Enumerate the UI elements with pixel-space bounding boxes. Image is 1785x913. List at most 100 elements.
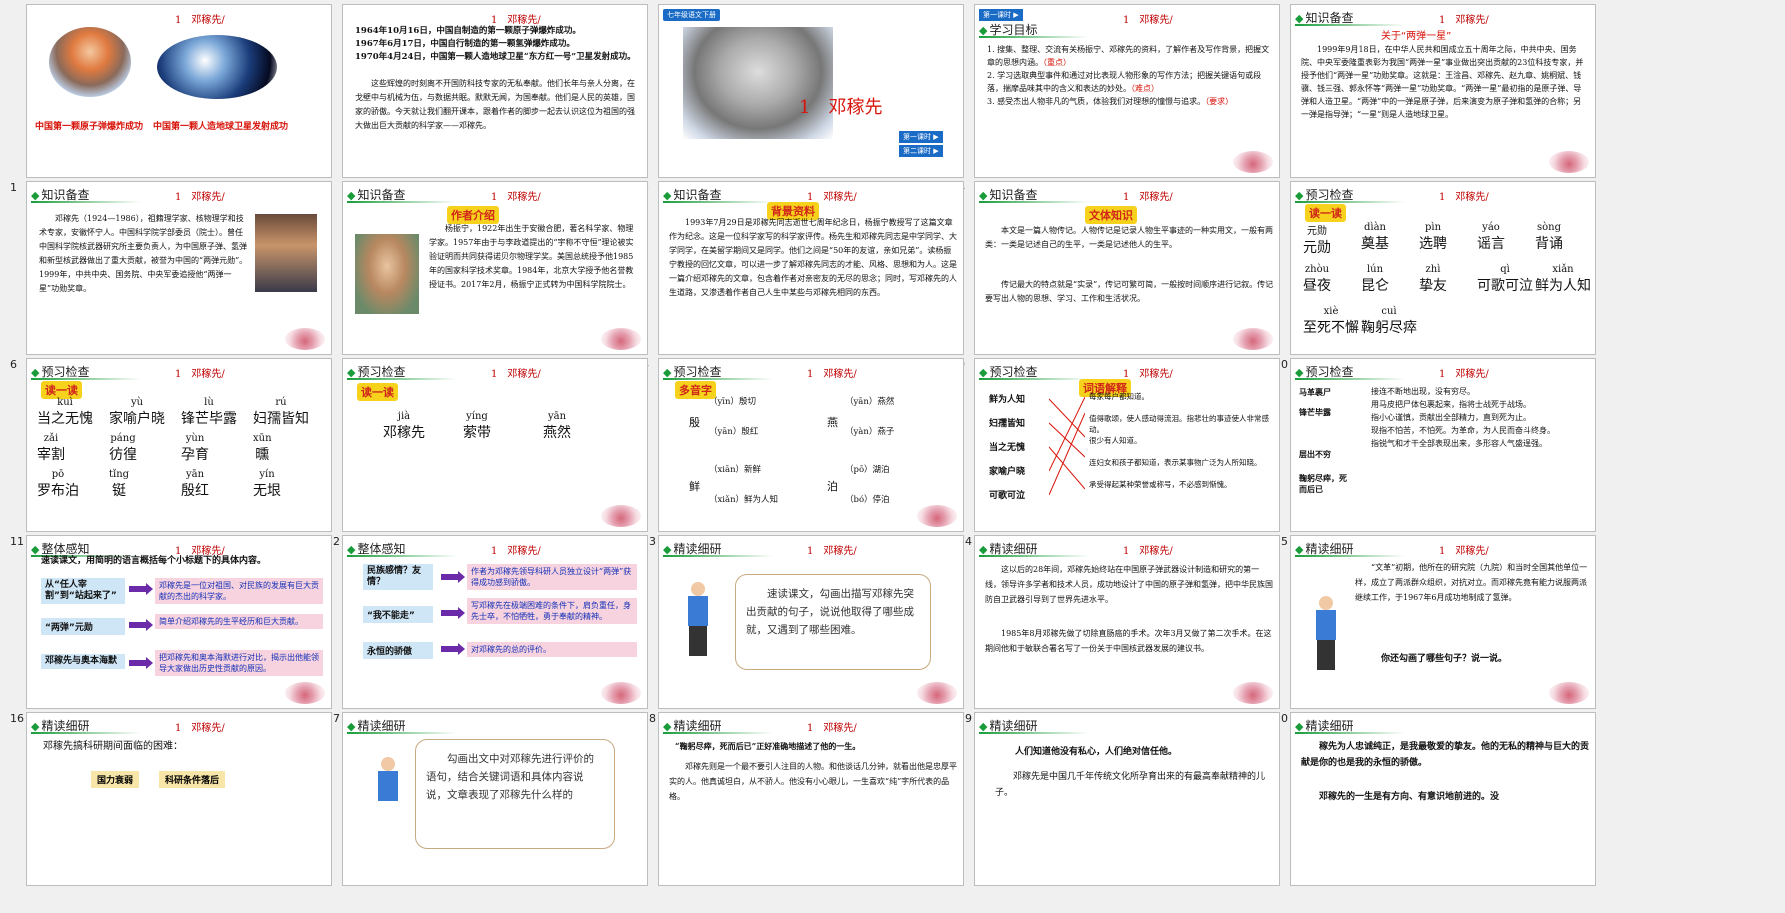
read-badge: 读一读 xyxy=(41,379,82,399)
slide-thumb-15[interactable]: ◆ 预习检查 1 邓稼先/ 马革裹尸 锋芒毕露 层出不穷 鞠躬尽瘁，死而后已 接连… xyxy=(1290,358,1596,532)
slide-thumb-14[interactable]: ◆ 预习检查 1 邓稼先/ 词语解释 鲜为人知 妇孺皆知 当之无愧 家喻户晓 可歌可泣 每家… xyxy=(974,358,1280,532)
slide-thumb-19[interactable]: ◆ 精读细研 1 邓稼先/ 这以后的28年间，邓稼先始终站在中国原子弹武器设计制造… xyxy=(974,535,1280,709)
slide-thumb-11[interactable]: ◆ 预习检查 1 邓稼先/ 读一读 kuì 当之无愧 yù 家喻户晓 lù 锋芒毕露 rú 妇孺… xyxy=(26,358,332,532)
section-header: ◆ 精读细研 xyxy=(663,540,773,557)
slide-thumb-22[interactable]: ◆ 精读细研 勾画出文中对邓稼先进行评价的语句，结合关键词语和具体内容说说，文章表… xyxy=(342,712,648,886)
lesson-tag: 1 邓稼先/ xyxy=(1439,546,1489,557)
excerpt-paragraph-2: 1985年8月邓稼先做了切除直肠癌的手术。次年3月又做了第二次手术。在这期间他和… xyxy=(985,629,1272,653)
lesson2-button[interactable]: 第二课时 ▶ xyxy=(899,145,943,157)
pinyin-word: yáo 谣言 xyxy=(1477,222,1505,252)
slide-cell-10[interactable]: ◆ 预习检查 1 邓稼先/ 读一读 元勋 元勋 dìàn 奠基 pìn 选聘 yáo 谣言 sòn… xyxy=(1264,177,1596,377)
pinyin-word: zhì 挚友 xyxy=(1419,264,1447,294)
teacher-figure xyxy=(683,582,713,658)
mushroom-cloud-image xyxy=(49,27,131,97)
slide-thumb-9[interactable]: ◆ 知识备查 1 邓稼先/ 文体知识 本文是一篇人物传记。人物传记是记录人物生平事… xyxy=(974,181,1280,355)
slide-cell-9[interactable]: ◆ 知识备查 1 邓稼先/ 文体知识 本文是一篇人物传记。人物传记是记录人物生平事… xyxy=(948,177,1280,377)
slide-cell-16[interactable]: ◆ 整体感知 1 邓稼先/ 速读课文，用简明的语言概括每个小标题下的具体内容。 从… xyxy=(0,531,332,731)
lesson-tag: 1 邓稼先/ xyxy=(1439,15,1489,26)
slide-cell-3[interactable]: 七年级语文下册 1 邓稼先 第一课时 ▶ 第二课时 ▶ 3★ xyxy=(632,0,964,200)
polyphone-char: 鲜 xyxy=(689,480,700,493)
lesson-tag: 1 邓稼先/ xyxy=(1439,369,1489,380)
slide-cell-19[interactable]: ◆ 精读细研 1 邓稼先/ 这以后的28年间，邓稼先始终站在中国原子弹武器设计制造… xyxy=(948,531,1280,731)
slide-cell-23[interactable]: ◆ 精读细研 1 邓稼先/ “鞠躬尽瘁，死而后已”正好准确地描述了他的一生。 邓稼… xyxy=(632,708,964,908)
slide-cell-1[interactable]: 1 邓稼先/ 中国第一颗原子弹爆炸成功 中国第一颗人造地球卫星发射成功 1★ xyxy=(0,0,332,200)
lesson1-button[interactable]: 第一课时 ▶ xyxy=(899,131,943,143)
goal-1: 1. 搜集、整理、交流有关杨振宁、邓稼先的资料，了解作者及写作背景，把握文章的思… xyxy=(987,45,1270,67)
slide-cell-5[interactable]: ◆ 知识备查 1 邓稼先/ 关于“两弹一星” 1999年9月18日，在中华人民共和… xyxy=(1264,0,1596,200)
task-instruction: 速读课文，用简明的语言概括每个小标题下的具体内容。 xyxy=(41,556,267,566)
date-line-3: 1970年4月24日，中国第一颗人造地球卫星“东方红一号”卫星发射成功。 xyxy=(355,52,636,62)
slide-cell-4[interactable]: 第一课时 ▶ 1 邓稼先/ ◆ 学习目标 1. 搜集、整理、交流有关杨振宁、邓稼先… xyxy=(948,0,1280,200)
slide-cell-2[interactable]: 1 邓稼先/ 1964年10月16日，中国自制造的第一颗原子弹爆炸成功。 196… xyxy=(316,0,648,200)
slide-thumb-25[interactable]: ◆ 精读细研 稼先为人忠诚纯正，是我最敬爱的挚友。他的无私的精神与巨大的贡献是你的… xyxy=(1290,712,1596,886)
slide-thumb-24[interactable]: ◆ 精读细研 人们知道他没有私心，人们绝对信任他。 邓稼先是中国几千年传统文化所孕… xyxy=(974,712,1280,886)
idiom-meaning: 现指不怕苦，不怕死。为革命，为人民而奋斗终身。 xyxy=(1371,426,1555,435)
evaluation-line: “鞠躬尽瘁，死而后已”正好准确地描述了他的一生。 xyxy=(675,741,861,751)
slide-thumb-13[interactable]: ◆ 预习检查 1 邓稼先/ 多音字 殷 （yīn）殷切 （yān）殷红 燕 （yā… xyxy=(658,358,964,532)
slide-thumb-3[interactable]: 七年级语文下册 1 邓稼先 第一课时 ▶ 第二课时 ▶ xyxy=(658,4,964,178)
slide-cell-21[interactable]: ◆ 精读细研 1 邓稼先/ 邓稼先搞科研期间面临的困难： 国力衰弱 科研条件落后 xyxy=(0,708,332,908)
slide-cell-12[interactable]: ◆预习检查 1 邓稼先/ 读一读 jià邓稼先yíng萦带yān燕然 12★ xyxy=(316,354,648,554)
slide-thumb-16[interactable]: ◆ 整体感知 1 邓稼先/ 速读课文，用简明的语言概括每个小标题下的具体内容。 从… xyxy=(26,535,332,709)
subtitle-box: 邓稼先与奥本海默 xyxy=(41,654,125,669)
flower-decoration xyxy=(1549,151,1589,173)
slide-cell-13[interactable]: ◆ 预习检查 1 邓稼先/ 多音字 殷 （yīn）殷切 （yān）殷红 燕 （yā… xyxy=(632,354,964,554)
vocab-definition: 每家每户都知道。 xyxy=(1089,392,1149,401)
idiom-meaning: 接连不断地出现，没有穷尽。 xyxy=(1371,387,1475,396)
pinyin-word: zǎi 宰割 xyxy=(37,433,65,463)
author-badge: 作者介绍 xyxy=(447,204,499,224)
slide-thumb-17[interactable]: ◆ 整体感知 1 邓稼先/ 民族感情？友情？ 作者为邓稼先领导科研人员独立设计“两… xyxy=(342,535,648,709)
slide-cell-17[interactable]: ◆ 整体感知 1 邓稼先/ 民族感情？友情？ 作者为邓稼先领导科研人员独立设计“两… xyxy=(316,531,648,731)
polyphone-reading: （pō）湖泊 xyxy=(845,465,890,475)
lesson-tag: 1 邓稼先/ xyxy=(491,15,541,26)
section-header: ◆ 知识备查 xyxy=(1295,9,1405,26)
slide-cell-18[interactable]: ◆ 精读细研 1 邓稼先/ 速读课文，勾画出描写邓稼先突出贡献的句子，说说他取得了… xyxy=(632,531,964,731)
slide-thumb-10[interactable]: ◆ 预习检查 1 邓稼先/ 读一读 元勋 元勋 dìàn 奠基 pìn 选聘 yáo 谣言 sòn… xyxy=(1290,181,1596,355)
date-line-2: 1967年6月17日，中国自行制造的第一颗氢弹爆炸成功。 xyxy=(355,39,575,49)
slide-thumb-12[interactable]: ◆ 预习检查 1 邓稼先/ 读一读 jià 邓稼先 yíng 萦带 yān 燕然 xyxy=(342,358,648,532)
vocab-term: 可歌可泣 xyxy=(989,491,1026,501)
slide-cell-8[interactable]: ◆ 知识备查 1 邓稼先/ 背景资料 1993年7月29日是邓稼先同志逝世七周年纪… xyxy=(632,177,964,377)
slide-thumb-4[interactable]: 第一课时 ▶ 1 邓稼先/ ◆ 学习目标 1. 搜集、整理、交流有关杨振宁、邓稼先… xyxy=(974,4,1280,178)
slide-cell-11[interactable]: ◆ 预习检查 1 邓稼先/ 读一读 kuì 当之无愧 yù 家喻户晓 lù 锋芒毕露 rú 妇孺… xyxy=(0,354,332,554)
slide-thumb-21[interactable]: ◆ 精读细研 1 邓稼先/ 邓稼先搞科研期间面临的困难： 国力衰弱 科研条件落后 xyxy=(26,712,332,886)
slide-cell-24[interactable]: ◆ 精读细研 人们知道他没有私心，人们绝对信任他。 邓稼先是中国几千年传统文化所孕… xyxy=(948,708,1280,908)
background-paragraph: 1993年7月29日是邓稼先同志逝世七周年纪念日，杨振宁教授写了这篇文章作为纪念… xyxy=(669,218,957,297)
slide-cell-14[interactable]: ◆ 预习检查 1 邓稼先/ 词语解释 鲜为人知 妇孺皆知 当之无愧 家喻户晓 可歌可泣 每家… xyxy=(948,354,1280,554)
slide-cell-20[interactable]: ◆ 精读细研 1 邓稼先/ “文革”初期，他所在的研究院（九院）和当时全国其他单位… xyxy=(1264,531,1596,731)
section-header: ◆ 预习检查 xyxy=(663,363,773,380)
slide-cell-15[interactable]: ◆ 预习检查 1 邓稼先/ 马革裹尸 锋芒毕露 层出不穷 鞠躬尽瘁，死而后已 接连… xyxy=(1264,354,1596,554)
polyphone-reading: （yàn）燕子 xyxy=(845,427,895,437)
section-header: ◆ 知识备查 xyxy=(31,186,141,203)
slide-cell-7[interactable]: ◆ 知识备查 1 邓稼先/ 作者介绍 杨振宁，1922年出生于安徽合肥，著名科学家… xyxy=(316,177,648,377)
slide-thumb-23[interactable]: ◆ 精读细研 1 邓稼先/ “鞠躬尽瘁，死而后已”正好准确地描述了他的一生。 邓稼… xyxy=(658,712,964,886)
polyphone-char: 殷 xyxy=(689,416,700,429)
lesson-tag: 1 邓稼先/ xyxy=(491,192,541,203)
slide-thumb-8[interactable]: ◆ 知识备查 1 邓稼先/ 背景资料 1993年7月29日是邓稼先同志逝世七周年纪… xyxy=(658,181,964,355)
lesson-tag: 1 邓稼先/ xyxy=(807,369,857,380)
slide-cell-22[interactable]: ◆ 精读细研 勾画出文中对邓稼先进行评价的语句，结合关键词语和具体内容说说，文章表… xyxy=(316,708,648,908)
pinyin-word: yān 殷红 xyxy=(181,469,209,499)
pinyin-word: xūn 曛 xyxy=(253,433,272,463)
idiom-meaning: 用马皮把尸体包裹起来，指将士战死于战场。 xyxy=(1371,400,1531,409)
slide-thumb-7[interactable]: ◆ 知识备查 1 邓稼先/ 作者介绍 杨振宁，1922年出生于安徽合肥，著名科学家… xyxy=(342,181,648,355)
slide-cell-6[interactable]: ◆ 知识备查 1 邓稼先/ 邓稼先（1924—1986），祖籍理学家、核物理学和技… xyxy=(0,177,332,377)
slide-cell-25[interactable]: ◆ 精读细研 稼先为人忠诚纯正，是我最敬爱的挚友。他的无私的精神与巨大的贡献是你的… xyxy=(1264,708,1596,908)
slide-thumb-6[interactable]: ◆ 知识备查 1 邓稼先/ 邓稼先（1924—1986），祖籍理学家、核物理学和技… xyxy=(26,181,332,355)
slide-thumb-5[interactable]: ◆ 知识备查 1 邓稼先/ 关于“两弹一星” 1999年9月18日，在中华人民共和… xyxy=(1290,4,1596,178)
pinyin-word: xiǎn 鲜为人知 xyxy=(1535,264,1591,294)
pinyin-word: lù 锋芒毕露 xyxy=(181,397,237,427)
goal-2-key: （难点） xyxy=(1131,84,1159,93)
section-header: ◆ 预习检查 xyxy=(979,363,1089,380)
slide-thumb-20[interactable]: ◆ 精读细研 1 邓稼先/ “文革”初期，他所在的研究院（九院）和当时全国其他单位… xyxy=(1290,535,1596,709)
section-header: ◆ 精读细研 xyxy=(1295,717,1405,734)
pinyin-word: yùn 孕育 xyxy=(181,433,209,463)
slide-thumb-2[interactable]: 1 邓稼先/ 1964年10月16日，中国自制造的第一颗原子弹爆炸成功。 196… xyxy=(342,4,648,178)
difficulty-box: 国力衰弱 xyxy=(91,771,140,788)
summary-box: 作者为邓稼先领导科研人员独立设计“两弹”获得成功感到骄傲。 xyxy=(467,564,637,590)
difficulty-box: 科研条件落后 xyxy=(159,771,226,788)
lesson-tag: 1 邓稼先/ xyxy=(491,546,541,557)
slide-thumb-18[interactable]: ◆ 精读细研 1 邓稼先/ 速读课文，勾画出描写邓稼先突出贡献的句子，说说他取得了… xyxy=(658,535,964,709)
idiom-term: 层出不穷 xyxy=(1299,449,1331,459)
slide-thumb-1[interactable]: 1 邓稼先/ 中国第一颗原子弹爆炸成功 中国第一颗人造地球卫星发射成功 xyxy=(26,4,332,178)
